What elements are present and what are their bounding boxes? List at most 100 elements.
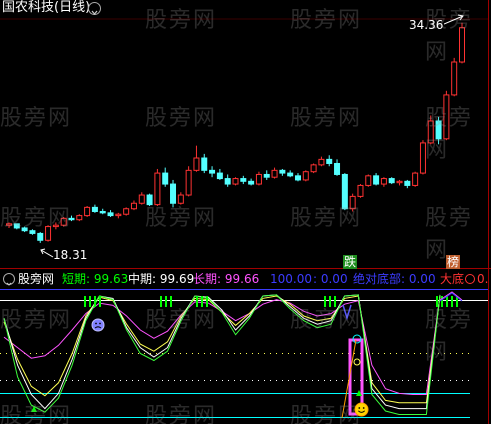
candle <box>412 171 419 187</box>
line-0-label: : 0.00 <box>313 272 348 286</box>
signal-bar <box>451 296 453 307</box>
line-100-label: 100.00 <box>270 272 312 286</box>
candle <box>302 170 309 182</box>
candle <box>91 204 98 213</box>
stock-chart-window: 股旁网 股旁网 股旁网 股旁网 股旁网 股旁网 股旁网 股旁网 股旁网 股旁网 … <box>0 0 491 424</box>
big-bottom-label: 大底 <box>440 272 465 286</box>
signal-bar <box>89 296 91 307</box>
candle <box>334 159 341 176</box>
chart-canvas <box>0 0 491 424</box>
candle <box>310 163 317 174</box>
stock-title[interactable]: 国农科技(日线) <box>2 1 90 15</box>
candle <box>263 170 270 180</box>
signal-bar <box>94 296 96 307</box>
signal-bar <box>160 296 162 307</box>
candlestick-series <box>6 22 465 243</box>
candle <box>170 179 177 208</box>
signal-bar <box>170 296 172 307</box>
candle <box>6 222 12 228</box>
candle <box>123 207 130 216</box>
candle <box>232 177 239 186</box>
up-arrow-marker <box>31 406 37 412</box>
short-term-label: 短期: 99.63 <box>62 272 129 286</box>
signal-bar <box>165 296 167 307</box>
candle <box>115 212 122 219</box>
candle <box>99 208 106 215</box>
signal-bar <box>329 296 331 307</box>
candle <box>84 206 91 217</box>
candle <box>341 173 348 211</box>
candle <box>76 214 83 222</box>
candle <box>388 177 395 185</box>
candle <box>29 229 36 235</box>
candle <box>271 167 278 179</box>
low-pointer-arrow <box>40 244 54 263</box>
bottom-circle-icon <box>465 274 475 284</box>
down-arrow-marker <box>342 304 352 321</box>
candle <box>138 192 145 205</box>
candle <box>396 179 403 186</box>
candle <box>224 174 231 187</box>
candle <box>435 116 442 145</box>
candle <box>279 168 286 176</box>
candle <box>45 225 52 242</box>
indicator-name[interactable]: 股旁网 <box>18 272 54 286</box>
candle <box>162 167 169 187</box>
candle <box>240 175 247 185</box>
candle <box>177 192 184 205</box>
signal-bar <box>196 296 198 307</box>
candle <box>154 168 161 206</box>
candle <box>287 170 294 178</box>
zero-value-label: 0. <box>477 272 489 286</box>
candle <box>326 155 333 167</box>
chevron-down-circle-icon[interactable] <box>88 2 101 15</box>
sad-face-icon <box>91 317 105 336</box>
yellow-circle-marker <box>353 358 361 366</box>
signal-bar <box>436 296 438 307</box>
high-pointer-arrow <box>443 12 466 31</box>
signal-bar <box>334 296 336 307</box>
price-high-label: 34.36 <box>409 18 444 32</box>
indicator-settings-icon[interactable] <box>3 273 15 286</box>
candle <box>216 168 223 180</box>
candle <box>185 166 192 197</box>
signal-bar <box>201 296 203 307</box>
candle <box>209 166 216 178</box>
candle <box>419 140 426 175</box>
candle <box>380 177 387 187</box>
candle <box>373 173 380 186</box>
candle <box>349 193 356 212</box>
candle <box>248 178 255 186</box>
long-term-label: 长期: 99.66 <box>193 272 260 286</box>
signal-bar <box>84 296 86 307</box>
indicator-marks <box>31 291 463 419</box>
price-low-label: 18.31 <box>53 248 88 262</box>
candle <box>357 184 364 198</box>
absolute-bottom-label: 绝对底部: 0.00 <box>353 272 436 286</box>
candle <box>52 222 59 230</box>
candle <box>193 145 200 172</box>
smile-face-icon <box>354 402 369 421</box>
signal-line <box>3 294 441 415</box>
candle <box>107 210 114 217</box>
candle <box>37 232 44 243</box>
signal-bar <box>206 296 208 307</box>
candle <box>21 226 28 233</box>
candle <box>427 115 434 145</box>
candle <box>255 171 262 186</box>
signal-bar <box>99 296 101 307</box>
candle <box>443 90 450 141</box>
candle <box>404 179 411 189</box>
indicator-series <box>3 294 441 415</box>
candle <box>294 173 301 182</box>
candle <box>451 57 458 97</box>
candle <box>13 223 20 230</box>
mid-term-label: 中期: 99.69 <box>128 272 195 286</box>
candle <box>201 153 208 174</box>
signal-bar <box>446 296 448 307</box>
rank-signal-badge: 榜 <box>446 255 461 269</box>
signal-bar <box>324 296 326 307</box>
candle <box>130 200 137 211</box>
candle <box>146 193 153 206</box>
candle <box>365 174 372 187</box>
